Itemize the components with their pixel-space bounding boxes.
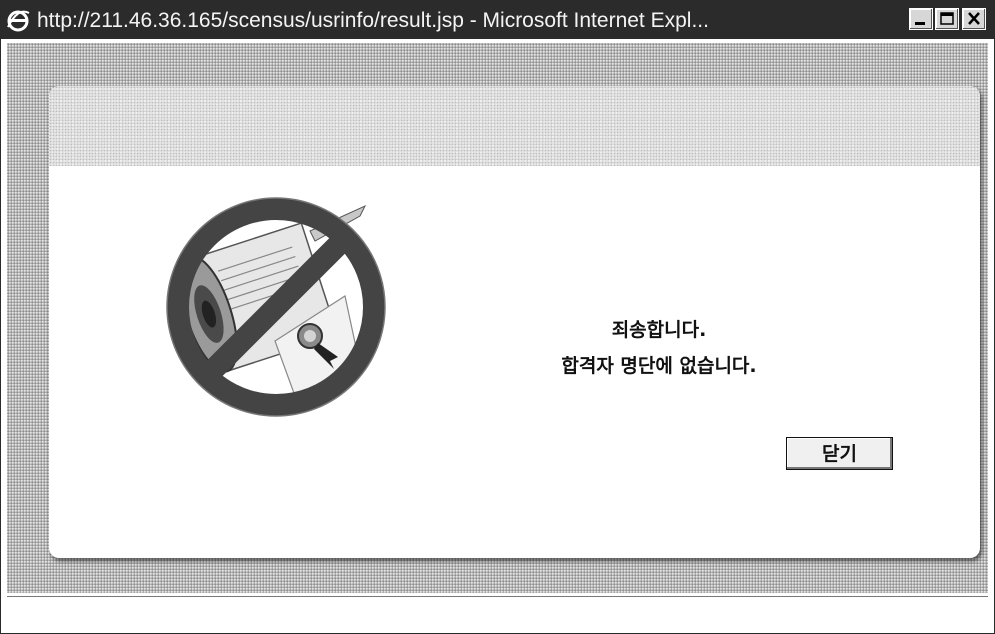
browser-window: http://211.46.36.165/scensus/usrinfo/res… [0,0,995,634]
result-message: 죄송합니다. 합격자 명단에 없습니다. [479,312,839,384]
maximize-button[interactable] [935,8,959,30]
maximize-icon [940,12,954,25]
minimize-button[interactable] [909,8,933,30]
dialog-header-band [49,86,980,166]
page-content-area: 죄송합니다. 합격자 명단에 없습니다. 닫기 [7,43,988,593]
close-icon [968,12,980,25]
title-bar[interactable]: http://211.46.36.165/scensus/usrinfo/res… [1,1,994,39]
status-bar [7,596,988,631]
no-document-prohibited-icon [166,197,386,417]
minimize-icon [915,22,925,25]
message-line-apology: 죄송합니다. [611,319,707,341]
internet-explorer-icon [5,7,31,33]
window-title: http://211.46.36.165/scensus/usrinfo/res… [37,9,709,32]
message-line-not-on-list: 합격자 명단에 없습니다. [561,355,757,377]
close-button[interactable]: 닫기 [786,437,893,470]
result-dialog: 죄송합니다. 합격자 명단에 없습니다. 닫기 [49,86,980,558]
close-window-button[interactable] [962,8,986,30]
